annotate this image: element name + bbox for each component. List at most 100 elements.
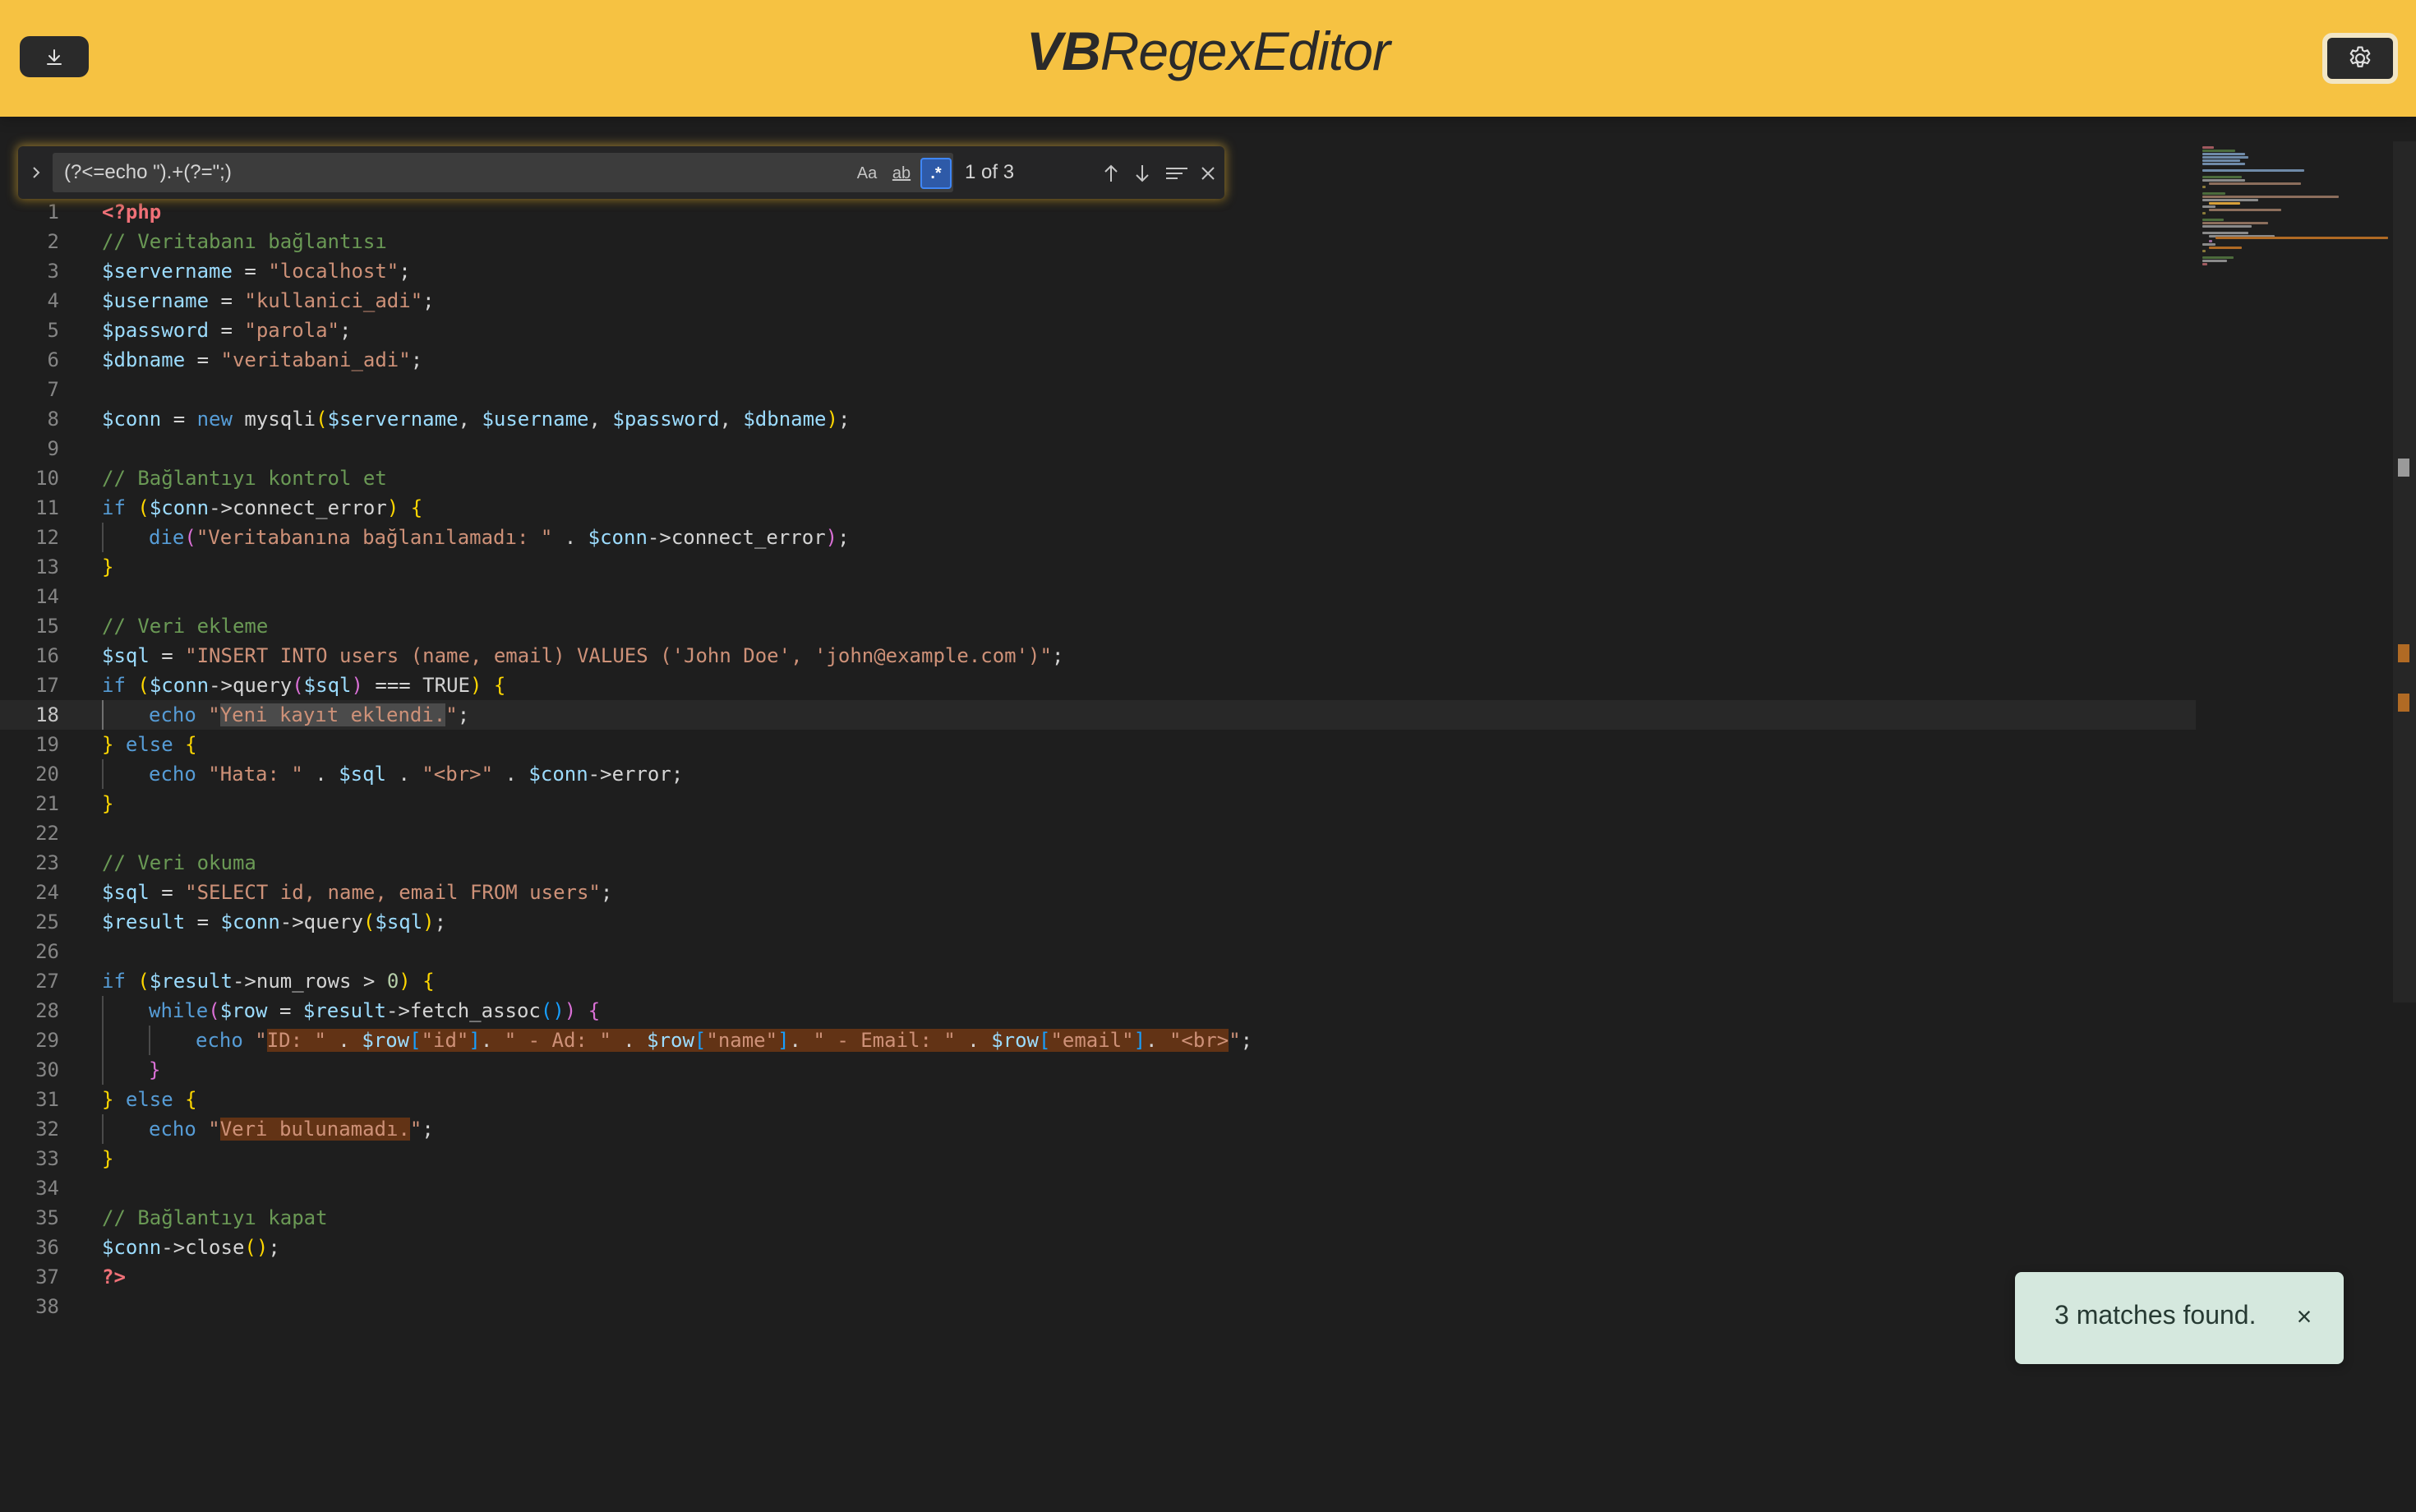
scroll-marker-selection (2398, 459, 2409, 477)
code-line: 38 (0, 1292, 2202, 1321)
code-area[interactable]: 1 <?php 2// Veritabanı bağlantısı 3 $serve… (0, 197, 2202, 1321)
code-line: 31} else { (0, 1085, 2202, 1114)
previous-match-button[interactable] (1096, 158, 1126, 189)
code-line: 25 $result = $conn->query($sql); (0, 907, 2202, 937)
code-line: 33} (0, 1144, 2202, 1173)
chevron-right-icon (33, 167, 40, 178)
arrow-up-icon (1104, 164, 1118, 182)
vertical-scrollbar[interactable] (2393, 141, 2416, 1512)
line-number: 22 (35, 822, 59, 845)
code-line: 5 $password = "parola"; (0, 316, 2202, 345)
line-number: 16 (35, 644, 59, 667)
close-find-button[interactable] (1193, 158, 1223, 189)
code-line: 10// Bağlantıyı kontrol et (0, 463, 2202, 493)
line-number: 12 (35, 526, 59, 549)
code-line: 34 (0, 1173, 2202, 1203)
code-line: 15// Veri ekleme (0, 611, 2202, 641)
settings-button[interactable] (2322, 33, 2398, 84)
app-title-bold: VB (1026, 21, 1101, 81)
code-line: 26 (0, 937, 2202, 966)
scroll-marker-match (2398, 644, 2409, 662)
code-line: 36 $conn->close(); (0, 1233, 2202, 1262)
code-line: 19} else { (0, 730, 2202, 759)
line-number: 38 (35, 1295, 59, 1318)
whole-word-toggle[interactable]: ab (886, 158, 917, 189)
regex-toggle[interactable]: .* (920, 158, 952, 189)
line-number: 11 (35, 496, 59, 519)
search-match: ID: " . $row["id"]. " - Ad: " . $row["na… (266, 1029, 1229, 1052)
code-line: 16 $sql = "INSERT INTO users (name, email… (0, 641, 2202, 671)
code-line: 4 $username = "kullanici_adi"; (0, 286, 2202, 316)
line-number: 27 (35, 970, 59, 993)
line-number: 1 (47, 201, 59, 224)
line-number: 17 (35, 674, 59, 697)
line-number: 23 (35, 851, 59, 874)
line-number: 3 (47, 260, 59, 283)
code-line: 6 $dbname = "veritabani_adi"; (0, 345, 2202, 375)
code-line: 17 if ($conn->query($sql) === TRUE) { (0, 671, 2202, 700)
arrow-down-icon (1136, 165, 1149, 182)
find-in-selection-button[interactable] (1162, 158, 1192, 189)
line-number: 19 (35, 733, 59, 756)
line-number: 29 (35, 1029, 59, 1052)
code-line: 12 die("Veritabanına bağlanılamadı: " . $… (0, 523, 2202, 552)
search-match: Veri bulunamadı. (219, 1118, 410, 1141)
line-number: 32 (35, 1118, 59, 1141)
line-number: 31 (35, 1088, 59, 1111)
app-header: VBRegexEditor (0, 0, 2416, 117)
code-line-current[interactable]: 18 echo "Yeni kayıt eklendi."; (0, 700, 2196, 730)
line-number: 8 (47, 408, 59, 431)
line-number: 4 (47, 289, 59, 312)
code-line: 14 (0, 582, 2202, 611)
find-input[interactable] (53, 153, 953, 192)
code-line: 20 echo "Hata: " . $sql . "<br>" . $conn-… (0, 759, 2202, 789)
code-line: 27 if ($result->num_rows > 0) { (0, 966, 2202, 996)
toast-message: 3 matches found. (2054, 1300, 2257, 1330)
line-number: 33 (35, 1147, 59, 1170)
line-number: 6 (47, 348, 59, 371)
line-number: 7 (47, 378, 59, 401)
code-line: 23// Veri okuma (0, 848, 2202, 878)
toast-close-button[interactable]: × (2288, 1300, 2321, 1333)
line-number: 13 (35, 555, 59, 579)
selected-match: Yeni kayıt eklendi. (219, 703, 446, 726)
find-widget: Aa ab .* 1 of 3 (18, 146, 1224, 199)
code-line: 24 $sql = "SELECT id, name, email FROM us… (0, 878, 2202, 907)
code-line: 35// Bağlantıyı kapat (0, 1203, 2202, 1233)
line-number: 10 (35, 467, 59, 490)
line-number: 24 (35, 881, 59, 904)
line-number: 37 (35, 1265, 59, 1288)
code-line: 3 $servername = "localhost"; (0, 256, 2202, 286)
minimap[interactable] (2199, 141, 2393, 437)
code-line: 11 if ($conn->connect_error) { (0, 493, 2202, 523)
app-title-rest: RegexEditor (1100, 21, 1390, 81)
line-number: 26 (35, 940, 59, 963)
line-number: 36 (35, 1236, 59, 1259)
code-line: 37 ?> (0, 1262, 2202, 1292)
code-line: 29 echo "ID: " . $row["id"]. " - Ad: " . … (0, 1026, 2202, 1055)
code-line: 22 (0, 818, 2202, 848)
next-match-button[interactable] (1127, 158, 1157, 189)
code-line: 7 (0, 375, 2202, 404)
line-number: 35 (35, 1206, 59, 1229)
toggle-replace-button[interactable] (25, 158, 48, 187)
scroll-thumb[interactable] (2393, 141, 2416, 1003)
line-number: 25 (35, 910, 59, 933)
line-number: 21 (35, 792, 59, 815)
gear-icon (2349, 46, 2371, 67)
code-line: 8 $conn = new mysqli($servername, $userna… (0, 404, 2202, 434)
line-number: 2 (47, 230, 59, 253)
code-line: 21} (0, 789, 2202, 818)
match-case-toggle[interactable]: Aa (851, 158, 883, 189)
line-number: 15 (35, 615, 59, 638)
line-number: 28 (35, 999, 59, 1022)
code-line: 1 <?php (0, 197, 2202, 227)
code-line: 32 echo "Veri bulunamadı."; (0, 1114, 2202, 1144)
line-number: 34 (35, 1177, 59, 1200)
code-line: 30} (0, 1055, 2202, 1085)
line-number: 5 (47, 319, 59, 342)
app-title: VBRegexEditor (0, 18, 2416, 84)
scroll-marker-match (2398, 694, 2409, 712)
code-line: 28 while($row = $result->fetch_assoc()) { (0, 996, 2202, 1026)
line-number: 30 (35, 1058, 59, 1081)
